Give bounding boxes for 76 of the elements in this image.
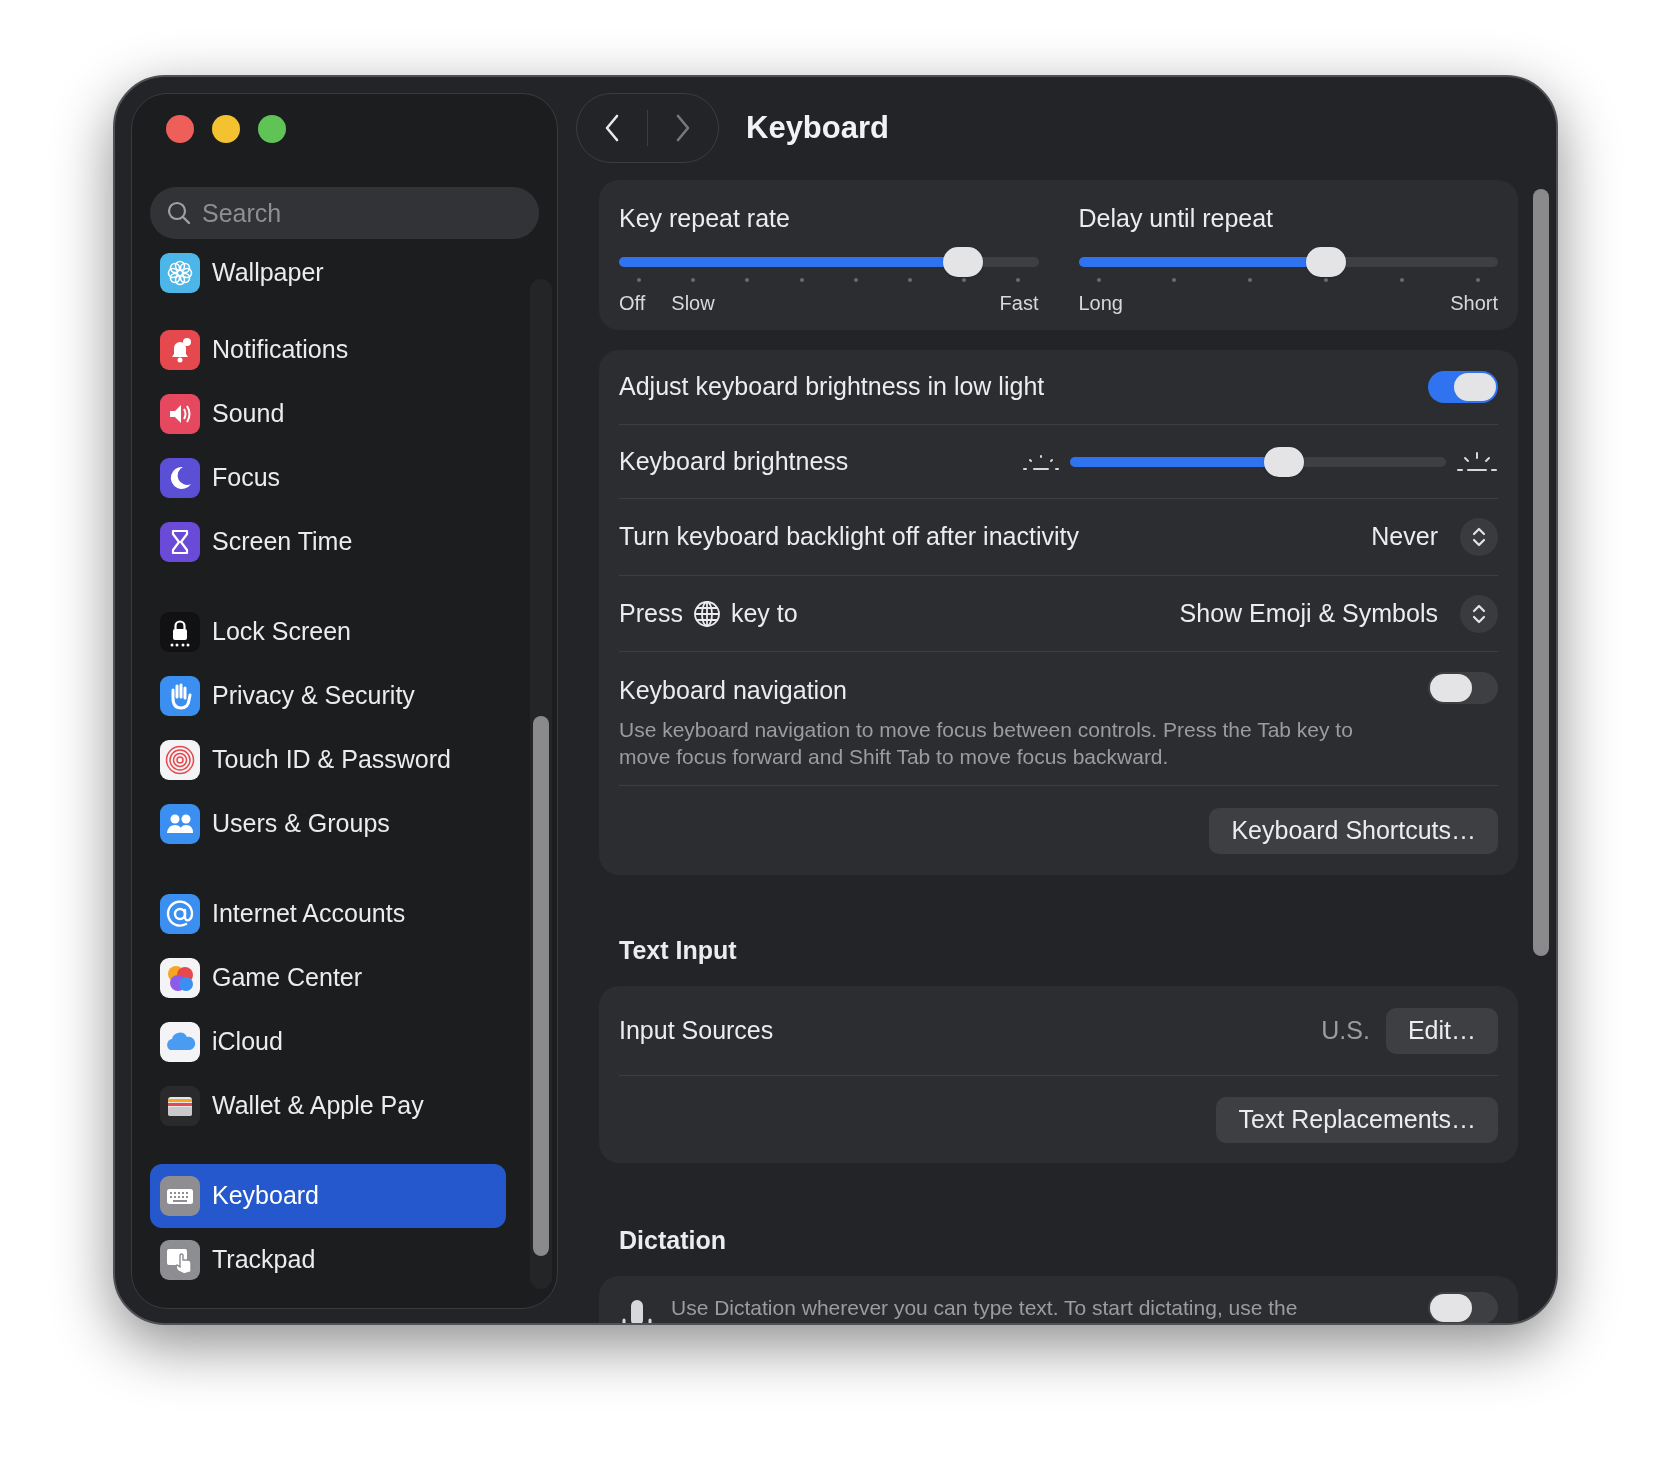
- slider-label: Key repeat rate: [619, 203, 791, 234]
- slider[interactable]: [619, 247, 1039, 277]
- section-title: Text Input: [619, 935, 738, 965]
- slider-label: Delay until repeat: [1078, 203, 1275, 234]
- sidebar-item[interactable]: Sound: [150, 382, 506, 446]
- section-title: Dictation: [619, 1225, 727, 1255]
- sidebar-item[interactable]: Lock Screen: [150, 600, 506, 664]
- sidebar-item[interactable]: Internet Accounts: [150, 882, 506, 946]
- tick-label: Long: [1078, 291, 1123, 316]
- sidebar-item[interactable]: Trackpad: [150, 1228, 506, 1292]
- hourglass-icon: [160, 522, 200, 562]
- button[interactable]: Text Replacements…: [1216, 1096, 1498, 1143]
- setting-label: Input Sources: [619, 1014, 774, 1046]
- bubbles-icon: [160, 958, 200, 998]
- popup-button[interactable]: Never: [1371, 518, 1498, 556]
- slider-thumb[interactable]: [1264, 446, 1305, 477]
- sidebar-item[interactable]: Touch ID & Password: [150, 728, 506, 792]
- keyboard-icon: [160, 1176, 200, 1216]
- tick-label: Fast: [999, 291, 1039, 316]
- scroll-thumb[interactable]: [533, 716, 549, 1256]
- hand-icon: [160, 676, 200, 716]
- at-sign-icon: [160, 894, 200, 934]
- sidebar-item[interactable]: Notifications: [150, 318, 506, 382]
- sidebar-item[interactable]: Wallet & Apple Pay: [150, 1074, 506, 1138]
- toggle-switch[interactable]: [1428, 1292, 1498, 1323]
- sidebar-item[interactable]: Focus: [150, 446, 506, 510]
- setting-label: Adjust keyboard brightness in low light: [619, 371, 1045, 403]
- tick-label: Short: [1450, 291, 1498, 316]
- minimize-button[interactable]: [212, 115, 240, 143]
- setting-label: Keyboard navigation: [619, 675, 848, 706]
- forward-icon: [675, 114, 691, 142]
- sidebar-item[interactable]: iCloud: [150, 1010, 506, 1074]
- globe-icon: [692, 599, 721, 628]
- description-text: Use keyboard navigation to move focus between controls. Press the Tab key to move focus forward and Shift Tab to move focus backward.: [619, 716, 1354, 770]
- sidebar-item[interactable]: Screen Time: [150, 510, 506, 574]
- moon-icon: [160, 458, 200, 498]
- trackpad-icon: [160, 1240, 200, 1280]
- flower-icon: [160, 253, 200, 293]
- back-icon: [604, 114, 620, 142]
- search-icon: [166, 200, 192, 226]
- setting-label: Keyboard brightness: [619, 445, 849, 477]
- sidebar-item[interactable]: Privacy & Security: [150, 664, 506, 728]
- scroll-thumb[interactable]: [1533, 189, 1549, 956]
- description-text: Use Dictation wherever you can type text. To start dictating, use the: [671, 1295, 1299, 1321]
- setting-label: Press: [619, 597, 683, 629]
- sidebar-item[interactable]: Keyboard: [150, 1164, 506, 1228]
- slider-thumb[interactable]: [943, 247, 983, 277]
- setting-label: key to: [730, 597, 798, 629]
- people-icon: [160, 804, 200, 844]
- lock-icon: [160, 612, 200, 652]
- tick-label: Off: [619, 291, 646, 316]
- slider-thumb[interactable]: [1306, 247, 1346, 277]
- bright-light-icon: [1456, 450, 1498, 473]
- wallet-icon: [160, 1086, 200, 1126]
- toggle-switch[interactable]: [1428, 371, 1498, 403]
- slider[interactable]: [1078, 247, 1498, 277]
- tick-label: Slow: [671, 291, 715, 316]
- popup-button[interactable]: Show Emoji & Symbols: [1179, 594, 1498, 633]
- value-text: U.S.: [1321, 1014, 1370, 1046]
- window-title: Keyboard: [746, 108, 889, 147]
- sidebar-item[interactable]: Wallpaper: [150, 241, 506, 305]
- button[interactable]: Edit…: [1385, 1007, 1498, 1054]
- close-button[interactable]: [166, 115, 194, 143]
- search-field[interactable]: Search: [150, 187, 539, 239]
- sidebar-item[interactable]: Game Center: [150, 946, 506, 1010]
- sidebar-item[interactable]: Users & Groups: [150, 792, 506, 856]
- toggle-switch[interactable]: [1428, 672, 1498, 704]
- slider[interactable]: [1070, 446, 1446, 477]
- up-down-chevron-icon: [1471, 525, 1487, 549]
- zoom-button[interactable]: [258, 115, 286, 143]
- cloud-icon: [160, 1022, 200, 1062]
- button[interactable]: Keyboard Shortcuts…: [1209, 807, 1498, 854]
- bell-icon: [160, 330, 200, 370]
- speaker-icon: [160, 394, 200, 434]
- setting-label: Turn keyboard backlight off after inactivity: [619, 521, 1079, 553]
- fingerprint-icon: [160, 740, 200, 780]
